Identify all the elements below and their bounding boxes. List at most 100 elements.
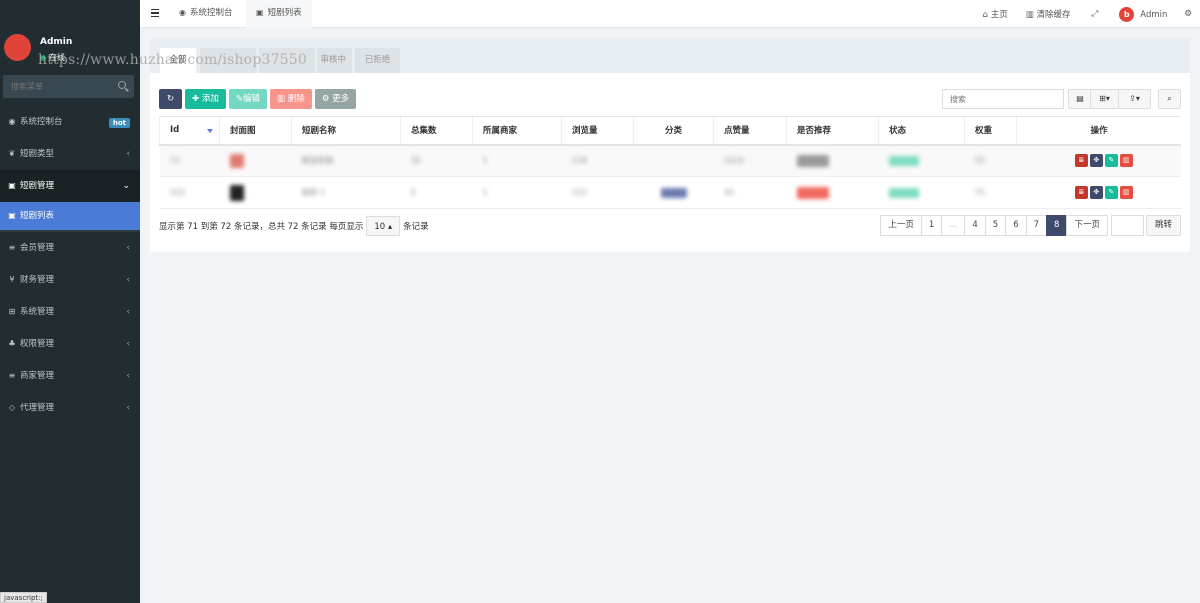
page-size-dropdown[interactable]: 10 ▴	[366, 216, 401, 236]
more-button[interactable]: ⚙ 更多	[314, 89, 357, 109]
page-8-button[interactable]: 8	[1046, 215, 1068, 236]
avatar[interactable]	[4, 34, 31, 61]
sidebar-item-system[interactable]: ⊞ 系统管理 ‹	[0, 296, 140, 328]
filter-tab-rejected[interactable]: 已拒绝	[355, 48, 400, 73]
category-badge	[660, 187, 687, 198]
delete-button[interactable]: ▥ 删除	[269, 89, 312, 109]
jump-button[interactable]: 跳转	[1145, 215, 1181, 236]
tab-dashboard[interactable]: ◉ 系统控制台	[169, 0, 243, 28]
page-5-button[interactable]: 5	[984, 215, 1007, 236]
sidebar-item-dashboard[interactable]: ◉ 系统控制台 hot	[0, 106, 140, 138]
col-actions: 操作	[1016, 116, 1181, 146]
trash-icon: ▥	[1025, 10, 1034, 20]
row-weight: 55	[974, 156, 985, 166]
page-1-button[interactable]: 1	[920, 215, 943, 236]
recommended-badge	[796, 186, 829, 199]
sidebar-item-agents[interactable]: ◇ 代理管理 ‹	[0, 392, 140, 424]
edit-pencil-icon[interactable]: ✎	[1104, 154, 1118, 168]
col-cover: 封面图	[219, 116, 292, 146]
row-merchant: 1	[482, 188, 488, 197]
clear-cache-link[interactable]: ▥ 清除缓存	[1017, 8, 1080, 20]
cover-thumbnail[interactable]	[229, 184, 244, 201]
trash-icon: ▥	[276, 94, 286, 104]
refresh-button[interactable]: ↻	[159, 89, 182, 109]
clear-cache-label: 清除缓存	[1036, 10, 1071, 20]
cell-id: 72	[159, 144, 220, 177]
filter-tab-3[interactable]	[259, 48, 315, 73]
filter-tab-all[interactable]: 全部	[160, 48, 196, 73]
dashboard-icon: ◉	[179, 8, 186, 17]
move-drag-icon[interactable]: ✥	[1089, 154, 1103, 168]
chevron-left-icon: ‹	[126, 371, 130, 381]
fullscreen-icon[interactable]: ⤢	[1079, 9, 1110, 19]
sidebar-item-drama-list[interactable]: ▣ 短剧列表	[0, 202, 140, 230]
table-search-input[interactable]	[942, 89, 1064, 109]
tab-drama-list[interactable]: ▣ 短剧列表	[246, 0, 312, 28]
gear-icon: ⚙	[321, 94, 330, 104]
col-weight: 权重	[964, 116, 1017, 146]
detail-list-icon[interactable]: ≣	[1074, 154, 1088, 168]
cell-cover	[219, 176, 292, 209]
columns-dropdown[interactable]: ⊞▾	[1090, 89, 1119, 109]
menu-toggle-icon[interactable]	[151, 9, 159, 18]
col-merchant: 所属商家	[472, 116, 562, 146]
row-id: 72	[169, 156, 180, 166]
page-4-button[interactable]: 4	[964, 215, 986, 236]
sidebar-search-input[interactable]	[3, 75, 113, 98]
advanced-search-button[interactable]: ⌕	[1158, 89, 1181, 109]
next-page-button[interactable]: 下一页	[1066, 215, 1108, 236]
export-dropdown[interactable]: ⇪▾	[1118, 89, 1151, 109]
detail-list-icon[interactable]: ≣	[1074, 186, 1088, 199]
search-icon[interactable]	[118, 81, 126, 89]
filter-tab-pending[interactable]: 审核中	[317, 48, 352, 73]
sidebar-item-drama-types[interactable]: ❦ 短剧类型 ‹	[0, 138, 140, 170]
cell-likes: 1024	[713, 144, 787, 177]
sidebar: Admin 在线 ◉ 系统控制台 hot ❦ 短剧类型 ‹ ▣ 短剧管理 ⌄ ▣ 短剧列…	[0, 0, 140, 603]
home-link[interactable]: ⌂ 主页	[974, 8, 1017, 20]
sidebar-item-drama-management[interactable]: ▣ 短剧管理 ⌄	[0, 170, 140, 202]
edit-pencil-icon[interactable]: ✎	[1104, 186, 1118, 199]
row-actions: ≣ ✥ ✎ ▥	[1027, 154, 1182, 168]
home-icon: ⌂	[982, 10, 988, 20]
sidebar-item-label: 财务管理	[20, 275, 55, 285]
toggle-view-button[interactable]: ▤	[1068, 89, 1092, 109]
pagination-info-prefix: 显示第 71 到第 72 条记录，总共 72 条记录 每页显示	[159, 222, 364, 232]
move-drag-icon[interactable]: ✥	[1089, 186, 1103, 199]
list-icon: ≡	[8, 371, 16, 380]
add-button[interactable]: ✚ 添加	[185, 89, 226, 109]
filter-tab-2[interactable]	[200, 48, 256, 73]
edit-button[interactable]: ✎编辑	[228, 89, 267, 109]
cover-thumbnail[interactable]	[229, 153, 244, 168]
page-7-button[interactable]: 7	[1025, 215, 1048, 236]
diamond-icon: ◇	[8, 403, 16, 412]
sidebar-item-permissions[interactable]: ♣ 权限管理 ‹	[0, 328, 140, 360]
jump-page-input[interactable]	[1110, 215, 1144, 236]
row-views: 128	[571, 156, 587, 166]
table-header-row: Id 封面图 短剧名称 总集数 所属商家 浏览量 分类 点赞量 是否推荐 状态 …	[159, 116, 1181, 146]
prev-page-button[interactable]: 上一页	[880, 215, 922, 236]
table-row[interactable]: 103 旋即-1 0 1 153 30 75 ≣ ✥ ✎ ▥	[159, 176, 1181, 209]
page-6-button[interactable]: 6	[1005, 215, 1027, 236]
table-row[interactable]: 72 替身新娘 30 1 128 1024 55 ≣ ✥ ✎ ▥	[159, 144, 1182, 177]
dashboard-icon: ◉	[8, 117, 16, 126]
delete-trash-icon[interactable]: ▥	[1119, 154, 1133, 168]
sidebar-item-finance[interactable]: ¥ 财务管理 ‹	[0, 264, 140, 296]
row-views: 153	[571, 188, 587, 197]
windows-icon: ⊞	[8, 307, 16, 316]
delete-trash-icon[interactable]: ▥	[1119, 186, 1133, 199]
row-title: 替身新娘	[301, 156, 334, 166]
row-likes: 30	[723, 188, 734, 197]
status-filter-tabs: 全部 审核中 已拒绝	[150, 38, 1190, 73]
cell-actions: ≣ ✥ ✎ ▥	[1016, 176, 1181, 209]
recommended-badge	[796, 154, 829, 167]
sidebar-item-members[interactable]: ≡ 会员管理 ‹	[0, 232, 140, 264]
user-panel: Admin 在线	[0, 0, 140, 72]
table-toolbar: ↻ ✚ 添加 ✎编辑 ▥ 删除 ⚙ 更多	[159, 89, 357, 109]
col-id[interactable]: Id	[159, 116, 220, 146]
settings-gears-icon[interactable]: ⚙	[1176, 9, 1200, 19]
cell-merchant: 1	[472, 144, 562, 177]
col-category: 分类	[633, 116, 714, 146]
admin-avatar: b	[1119, 6, 1135, 22]
sidebar-item-merchants[interactable]: ≡ 商家管理 ‹	[0, 360, 140, 392]
admin-dropdown[interactable]: b Admin	[1110, 6, 1176, 22]
